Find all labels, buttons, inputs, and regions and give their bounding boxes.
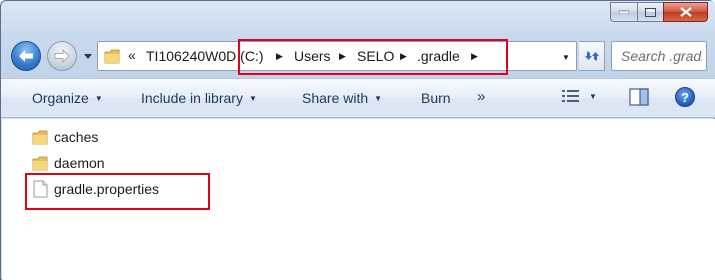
refresh-button[interactable] xyxy=(579,41,605,71)
chevron-down-icon: ▼ xyxy=(589,91,597,101)
folder-icon xyxy=(32,156,48,170)
list-item[interactable]: daemon xyxy=(32,152,105,174)
file-name: caches xyxy=(54,129,99,145)
address-history-dropdown[interactable]: ▼ xyxy=(562,53,570,62)
chevron-down-icon: ▼ xyxy=(94,93,103,103)
window-controls xyxy=(610,2,708,22)
minimize-icon xyxy=(619,10,629,14)
include-in-library-label: Include in library xyxy=(141,90,243,106)
explorer-window: « TI106240W0D (C:) ▶ Users ▶ SELO ▶ .gra… xyxy=(0,0,715,280)
close-icon xyxy=(679,7,692,17)
search-input[interactable] xyxy=(612,42,702,70)
chevron-down-icon xyxy=(84,53,92,59)
breadcrumb-overflow[interactable]: « xyxy=(128,47,136,63)
view-options-icon xyxy=(562,90,579,102)
share-with-label: Share with xyxy=(302,90,369,106)
back-button[interactable] xyxy=(11,41,41,71)
change-view-button[interactable]: ▼ xyxy=(561,88,597,104)
recent-pages-dropdown[interactable] xyxy=(83,51,93,61)
folder-icon xyxy=(32,130,48,144)
burn-label: Burn xyxy=(421,90,451,106)
share-with-menu[interactable]: Share with ▼ xyxy=(302,90,382,106)
refresh-icon xyxy=(584,51,599,61)
back-arrow-icon xyxy=(19,50,33,62)
file-highlight-box xyxy=(25,173,210,210)
file-name: daemon xyxy=(54,155,105,171)
organize-label: Organize xyxy=(32,90,89,106)
command-bar: Organize ▼ Include in library ▼ Share wi… xyxy=(1,78,715,118)
maximize-icon xyxy=(645,7,656,17)
close-button[interactable] xyxy=(663,2,708,22)
preview-pane-icon xyxy=(629,88,649,106)
forward-button[interactable] xyxy=(47,41,77,71)
chevron-down-icon: ▼ xyxy=(374,93,383,103)
maximize-button[interactable] xyxy=(637,2,663,22)
folder-icon xyxy=(104,49,120,64)
help-icon: ? xyxy=(681,89,689,105)
minimize-button[interactable] xyxy=(610,2,637,22)
organize-menu[interactable]: Organize ▼ xyxy=(32,90,103,106)
more-commands-button[interactable]: » xyxy=(477,88,485,105)
search-box[interactable] xyxy=(611,41,707,71)
include-in-library-menu[interactable]: Include in library ▼ xyxy=(141,90,257,106)
forward-arrow-icon xyxy=(54,49,70,63)
chevron-down-icon: ▼ xyxy=(248,93,257,103)
help-button[interactable]: ? xyxy=(675,87,695,107)
list-item[interactable]: caches xyxy=(32,126,98,148)
path-highlight-box xyxy=(238,39,508,75)
preview-pane-button[interactable] xyxy=(629,88,649,111)
burn-button[interactable]: Burn xyxy=(421,90,451,106)
